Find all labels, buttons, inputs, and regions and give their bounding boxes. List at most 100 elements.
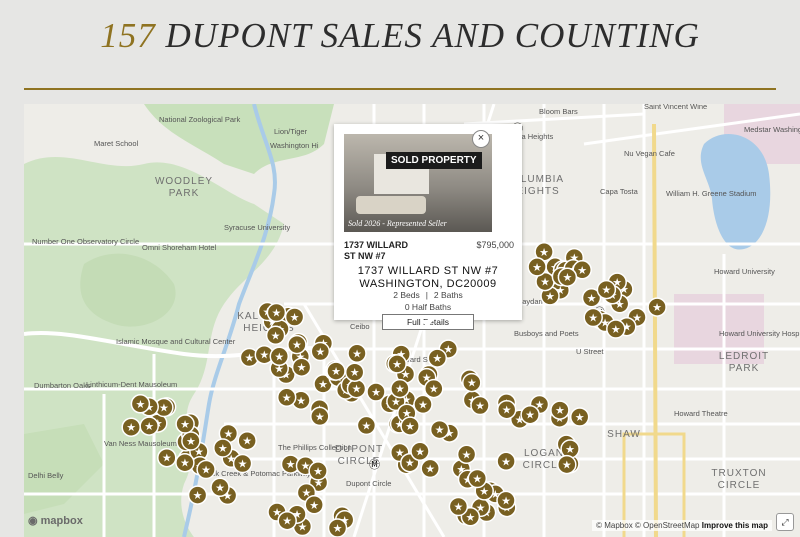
sold-property-marker[interactable]: ★ bbox=[420, 458, 440, 479]
svg-text:★: ★ bbox=[539, 246, 549, 259]
svg-text:★: ★ bbox=[395, 383, 405, 396]
neighborhood-label: PARK bbox=[169, 188, 200, 199]
sold-property-marker[interactable]: ★ bbox=[557, 454, 577, 475]
sold-property-marker[interactable]: ★ bbox=[284, 307, 305, 327]
sold-property-marker[interactable]: ★ bbox=[496, 490, 516, 511]
sold-property-marker[interactable]: ★ bbox=[139, 416, 159, 436]
sold-property-marker[interactable]: ★ bbox=[520, 404, 540, 425]
sold-property-marker[interactable]: ★ bbox=[387, 354, 407, 374]
sold-property-marker[interactable]: ★ bbox=[470, 395, 490, 416]
svg-text:★: ★ bbox=[462, 448, 472, 461]
poi-label: Delhi Belly bbox=[28, 471, 64, 480]
sold-property-marker[interactable]: ★ bbox=[427, 348, 448, 368]
sold-property-marker[interactable]: ★ bbox=[210, 477, 230, 498]
sold-property-marker[interactable]: ★ bbox=[237, 430, 257, 451]
sold-property-marker[interactable]: ★ bbox=[269, 346, 290, 367]
page-header: 157 DUPONT SALES AND COUNTING bbox=[0, 0, 800, 90]
poi-label: Ceibo bbox=[350, 322, 370, 331]
sold-property-marker[interactable]: ★ bbox=[496, 399, 517, 420]
sold-property-marker[interactable]: ★ bbox=[356, 415, 377, 436]
sold-property-marker[interactable]: ★ bbox=[265, 325, 286, 346]
sold-property-marker[interactable]: ★ bbox=[308, 461, 328, 481]
neighborhood-label: CIRCLE bbox=[338, 456, 381, 467]
svg-text:★: ★ bbox=[371, 386, 381, 399]
neighborhood-label: WOODLEY bbox=[155, 176, 213, 187]
svg-text:★: ★ bbox=[144, 420, 154, 433]
sold-property-marker[interactable]: ★ bbox=[410, 441, 430, 462]
attribution-text[interactable]: © Mapbox © OpenStreetMap bbox=[596, 521, 699, 530]
sold-property-marker[interactable]: ★ bbox=[213, 438, 233, 458]
sold-property-marker[interactable]: ★ bbox=[456, 444, 477, 465]
poi-label: Saint Vincent Wine bbox=[644, 104, 707, 111]
svg-text:★: ★ bbox=[282, 391, 292, 404]
svg-text:★: ★ bbox=[415, 445, 425, 458]
sold-property-marker[interactable]: ★ bbox=[346, 378, 367, 399]
sold-property-marker[interactable]: ★ bbox=[196, 459, 216, 480]
sold-property-marker[interactable]: ★ bbox=[232, 453, 253, 474]
sold-property-marker[interactable]: ★ bbox=[266, 302, 287, 323]
sold-property-marker[interactable]: ★ bbox=[390, 378, 410, 399]
svg-text:★: ★ bbox=[274, 350, 284, 363]
sold-property-marker[interactable]: ★ bbox=[175, 452, 195, 473]
sold-property-marker[interactable]: ★ bbox=[291, 357, 312, 377]
sold-property-marker[interactable]: ★ bbox=[130, 394, 151, 414]
sold-property-marker[interactable]: ★ bbox=[413, 394, 433, 415]
sold-property-marker[interactable]: ★ bbox=[287, 334, 307, 355]
sold-property-marker[interactable]: ★ bbox=[347, 343, 367, 364]
poi-label: Syracuse University bbox=[224, 223, 291, 232]
svg-text:★: ★ bbox=[271, 329, 281, 342]
svg-text:★: ★ bbox=[555, 404, 565, 417]
sold-property-marker[interactable]: ★ bbox=[496, 451, 516, 472]
sold-property-marker[interactable]: ★ bbox=[424, 378, 444, 399]
sold-property-marker[interactable]: ★ bbox=[366, 382, 386, 402]
sold-property-marker[interactable]: ★ bbox=[557, 267, 578, 287]
price: $795,000 bbox=[476, 240, 514, 250]
sold-property-marker[interactable]: ★ bbox=[181, 431, 201, 451]
baths: 2 Baths bbox=[433, 290, 463, 300]
sold-property-marker[interactable]: ★ bbox=[277, 510, 297, 531]
svg-text:★: ★ bbox=[352, 347, 362, 360]
sold-property-marker[interactable]: ★ bbox=[175, 414, 195, 434]
svg-text:★: ★ bbox=[453, 501, 463, 514]
sold-property-marker[interactable]: ★ bbox=[527, 257, 547, 277]
sold-property-marker[interactable]: ★ bbox=[448, 496, 469, 517]
sold-property-marker[interactable]: ★ bbox=[121, 417, 141, 437]
sold-property-marker[interactable]: ★ bbox=[429, 419, 450, 440]
sold-property-marker[interactable]: ★ bbox=[647, 297, 667, 317]
sold-property-marker[interactable]: ★ bbox=[327, 518, 348, 537]
close-icon[interactable]: × bbox=[472, 130, 490, 148]
svg-text:★: ★ bbox=[186, 435, 196, 448]
sold-property-marker[interactable]: ★ bbox=[606, 319, 626, 339]
svg-text:★: ★ bbox=[472, 473, 482, 486]
fullscreen-icon[interactable]: ⤢ bbox=[776, 513, 794, 531]
map-container[interactable]: Ⓜ Ⓜ Ⓜ WOODLEYPARKKALORAMAHEIGHTSCOLUMBIA… bbox=[24, 104, 800, 537]
improve-map-link[interactable]: Improve this map bbox=[702, 521, 768, 530]
title-number: 157 bbox=[100, 16, 156, 55]
sold-property-marker[interactable]: ★ bbox=[276, 387, 297, 408]
sold-property-marker[interactable]: ★ bbox=[310, 341, 331, 362]
sold-property-marker[interactable]: ★ bbox=[467, 468, 488, 489]
sold-property-marker[interactable]: ★ bbox=[157, 447, 177, 468]
svg-text:★: ★ bbox=[465, 511, 475, 524]
sold-property-marker[interactable]: ★ bbox=[550, 400, 570, 420]
svg-text:★: ★ bbox=[292, 339, 302, 352]
svg-text:★: ★ bbox=[162, 452, 172, 465]
mapbox-logo[interactable]: ◉ mapbox bbox=[28, 514, 83, 527]
sold-property-marker[interactable]: ★ bbox=[596, 279, 617, 300]
sold-property-marker[interactable]: ★ bbox=[462, 372, 482, 393]
poi-label: Dupont Circle bbox=[346, 479, 391, 488]
svg-text:★: ★ bbox=[290, 311, 300, 324]
sold-property-marker[interactable]: ★ bbox=[187, 485, 208, 505]
sold-property-marker[interactable]: ★ bbox=[304, 495, 324, 515]
sold-property-marker[interactable]: ★ bbox=[344, 362, 365, 382]
sold-property-marker[interactable]: ★ bbox=[326, 361, 346, 381]
sold-property-marker[interactable]: ★ bbox=[310, 406, 330, 427]
svg-text:★: ★ bbox=[545, 290, 555, 303]
sold-property-marker[interactable]: ★ bbox=[583, 307, 603, 328]
sold-property-marker[interactable]: ★ bbox=[400, 416, 420, 436]
photo-caption: Sold 2026 - Represented Seller bbox=[348, 219, 447, 228]
svg-text:★: ★ bbox=[587, 292, 597, 305]
sold-property-marker[interactable]: ★ bbox=[569, 407, 590, 427]
svg-text:★: ★ bbox=[135, 398, 145, 411]
sold-property-marker[interactable]: ★ bbox=[560, 439, 580, 459]
